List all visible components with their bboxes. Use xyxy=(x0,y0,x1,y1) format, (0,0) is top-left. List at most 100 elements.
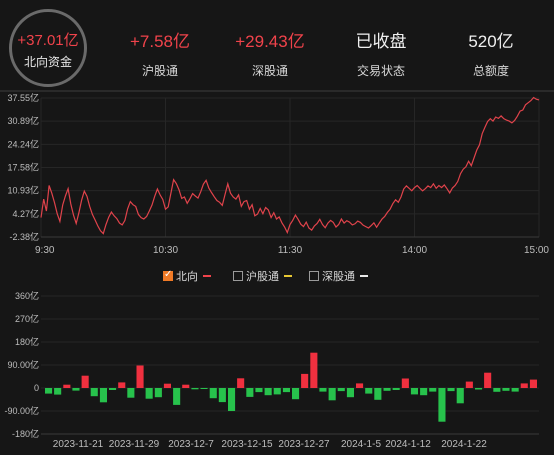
summary-header: +37.01亿 北向资金 +7.58亿 沪股通 +29.43亿 深股通 已收盘 … xyxy=(0,0,554,90)
daily-flow-bar xyxy=(209,388,217,399)
daily-flow-bar xyxy=(328,388,336,401)
stat-status-value: 已收盘 xyxy=(355,32,407,51)
stat-status-label: 交易状态 xyxy=(356,64,405,78)
daily-flow-bar xyxy=(292,388,300,400)
y-tick-label: 24.24亿 xyxy=(7,138,39,149)
daily-flow-bar xyxy=(145,388,153,399)
daily-flow-bar xyxy=(520,383,528,388)
stat-shenzhen-label: 深股通 xyxy=(251,64,288,78)
daily-flow-bar xyxy=(511,388,519,392)
daily-flow-bar xyxy=(228,388,236,411)
x-tick-label: 10:30 xyxy=(153,245,178,256)
x-tick-label: 2024-1-12 xyxy=(385,439,431,450)
daily-flow-bar xyxy=(374,388,382,400)
daily-flow-bar xyxy=(255,388,263,393)
stat-shanghai-connect: +7.58亿 沪股通 xyxy=(115,32,205,79)
legend-shenzhen-swatch xyxy=(360,275,368,277)
daily-flow-bar xyxy=(484,372,492,388)
daily-flow-bar xyxy=(493,388,501,392)
stat-quota-value: 520亿 xyxy=(468,32,514,51)
y-tick-label: 0 xyxy=(34,383,39,393)
stat-shanghai-value: +7.58亿 xyxy=(129,32,190,51)
daily-flow-bar xyxy=(72,388,80,391)
daily-flow-bar xyxy=(365,388,373,394)
daily-flow-bar xyxy=(529,379,537,388)
x-tick-label: 2024-1-5 xyxy=(341,439,381,450)
legend-northbound-label: 北向 xyxy=(176,271,198,283)
daily-flow-bar xyxy=(182,384,190,388)
y-tick-label: 4.27亿 xyxy=(12,208,39,219)
daily-flow-bar xyxy=(264,388,272,396)
daily-flow-bar xyxy=(429,388,437,392)
daily-flow-bar xyxy=(456,388,464,404)
legend-shanghai-label: 沪股通 xyxy=(246,271,279,283)
x-tick-label: 2023-12-27 xyxy=(278,439,330,450)
x-tick-label: 2023-12-7 xyxy=(168,439,214,450)
x-tick-label: 14:00 xyxy=(402,245,427,256)
daily-flow-bar xyxy=(63,384,71,388)
daily-flow-bar xyxy=(54,388,62,395)
daily-flow-bar xyxy=(282,388,290,393)
x-tick-label: 2024-1-22 xyxy=(441,439,487,450)
daily-flow-bar xyxy=(392,388,400,390)
daily-flow-bar xyxy=(356,383,364,388)
daily-flow-bar xyxy=(465,381,473,388)
intraday-flow-chart: 37.55亿 30.89亿 24.24亿 17.58亿 10.93亿 4.27亿 -2.38… xyxy=(7,92,549,256)
stat-shenzhen-connect: +29.43亿 深股通 xyxy=(225,32,315,79)
y-tick-label: 37.55亿 xyxy=(7,92,39,103)
daily-flow-bar xyxy=(127,388,135,398)
x-tick-label: 2023-11-29 xyxy=(109,439,160,450)
daily-flow-bar xyxy=(109,388,117,390)
northbound-total-label: 北向资金 xyxy=(23,55,72,69)
daily-flow-bar xyxy=(502,388,510,391)
daily-flow-bar xyxy=(81,375,89,388)
legend-northbound[interactable]: 北向 xyxy=(163,268,211,284)
y-tick-label: -90.00亿 xyxy=(4,405,39,416)
legend-shanghai-checkbox[interactable] xyxy=(233,271,243,281)
legend-shanghai[interactable]: 沪股通 xyxy=(233,268,292,284)
y-tick-label: 10.93亿 xyxy=(7,185,39,196)
daily-flow-bar xyxy=(310,352,318,388)
daily-flow-chart: 360亿 270亿 180亿 90.00亿 0 -90.00亿 -180亿 2023-11-2… xyxy=(4,290,539,450)
daily-flow-bar xyxy=(337,388,345,392)
y-tick-label: -180亿 xyxy=(12,428,39,439)
legend-shenzhen-checkbox[interactable] xyxy=(309,271,319,281)
daily-flow-bar xyxy=(191,388,199,390)
stat-shenzhen-value: +29.43亿 xyxy=(235,32,305,51)
x-tick-label: 11:30 xyxy=(278,245,303,256)
y-tick-label: 30.89亿 xyxy=(7,115,39,126)
daily-flow-bar xyxy=(154,388,162,398)
y-tick-label: 360亿 xyxy=(15,290,39,301)
daily-flow-bar xyxy=(447,388,455,392)
legend-northbound-checkbox[interactable] xyxy=(163,269,173,281)
y-tick-label: 17.58亿 xyxy=(7,162,39,173)
y-tick-label: 270亿 xyxy=(15,313,39,324)
daily-flow-bar xyxy=(438,388,446,422)
stat-total-quota: 520亿 总额度 xyxy=(446,32,536,79)
stat-shanghai-label: 沪股通 xyxy=(141,64,178,78)
daily-flow-bar xyxy=(420,388,428,396)
x-tick-label: 9:30 xyxy=(35,245,55,256)
stat-trading-status: 已收盘 交易状态 xyxy=(336,32,426,79)
daily-flow-bar xyxy=(273,388,281,395)
daily-flow-bar xyxy=(200,388,208,389)
daily-flow-bar xyxy=(346,388,354,398)
daily-flow-bar xyxy=(99,388,107,403)
legend-shenzhen[interactable]: 深股通 xyxy=(309,268,368,284)
daily-flow-bar xyxy=(246,388,254,397)
y-tick-label: 90.00亿 xyxy=(7,359,39,370)
x-tick-label: 15:00 xyxy=(524,245,549,256)
daily-flow-bar xyxy=(383,388,391,391)
x-tick-label: 2023-12-15 xyxy=(221,439,273,450)
daily-flow-bar xyxy=(401,378,409,388)
legend-northbound-swatch xyxy=(203,275,211,277)
daily-flow-bar xyxy=(90,388,98,397)
x-tick-label: 2023-11-21 xyxy=(53,439,104,450)
daily-flow-bar xyxy=(45,388,53,394)
daily-flow-bar xyxy=(173,388,181,405)
daily-flow-bar xyxy=(163,383,171,388)
stat-quota-label: 总额度 xyxy=(472,64,509,78)
northbound-total-value: +37.01亿 xyxy=(17,32,79,49)
daily-flow-bar xyxy=(136,365,144,388)
y-tick-label: 180亿 xyxy=(15,336,39,347)
